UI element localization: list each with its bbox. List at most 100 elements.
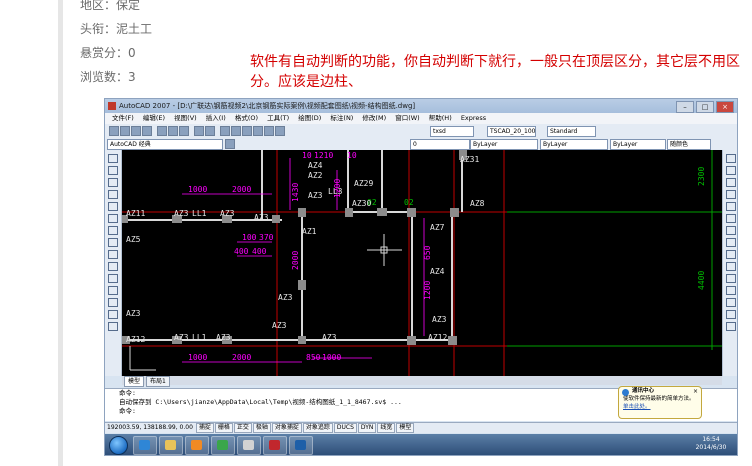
- explorer-taskbar-button[interactable]: [159, 436, 183, 455]
- menu-dimension[interactable]: 标注(N): [330, 114, 353, 122]
- app-taskbar-button-3[interactable]: [263, 436, 287, 455]
- close-button[interactable]: ×: [716, 101, 734, 113]
- label-az3-e: AZ3: [278, 293, 293, 302]
- menu-insert[interactable]: 插入(I): [206, 114, 226, 122]
- stretch-tool-icon[interactable]: [726, 250, 736, 259]
- point-tool-icon[interactable]: [108, 274, 118, 283]
- plot-style-select[interactable]: 随颜色: [667, 139, 711, 150]
- label-ll1-b: LL1: [192, 333, 207, 342]
- menu-edit[interactable]: 编辑(E): [143, 114, 165, 122]
- color-select[interactable]: ByLayer: [470, 139, 538, 150]
- offset-tool-icon[interactable]: [726, 190, 736, 199]
- chamfer-tool-icon[interactable]: [726, 298, 736, 307]
- save-icon[interactable]: [131, 126, 141, 136]
- arc-tool-icon[interactable]: [108, 202, 118, 211]
- array-tool-icon[interactable]: [726, 202, 736, 211]
- extend-tool-icon[interactable]: [726, 274, 736, 283]
- maximize-button[interactable]: □: [696, 101, 714, 113]
- menu-express[interactable]: Express: [461, 114, 486, 122]
- hatch-tool-icon[interactable]: [108, 286, 118, 295]
- properties-icon[interactable]: [242, 126, 252, 136]
- menu-window[interactable]: 窗口(W): [395, 114, 420, 122]
- trim-tool-icon[interactable]: [726, 262, 736, 271]
- polygon-tool-icon[interactable]: [108, 178, 118, 187]
- menu-format[interactable]: 格式(O): [235, 114, 258, 122]
- ellipse-tool-icon[interactable]: [108, 250, 118, 259]
- explode-tool-icon[interactable]: [726, 322, 736, 331]
- start-orb-icon[interactable]: [109, 436, 128, 455]
- system-clock[interactable]: 16:54 2014/6/30: [691, 436, 731, 452]
- app-taskbar-button-1[interactable]: [211, 436, 235, 455]
- status-snap[interactable]: 捕捉: [195, 423, 214, 433]
- status-osnap[interactable]: 对象捕捉: [271, 423, 302, 433]
- paste-icon[interactable]: [179, 126, 189, 136]
- menu-draw[interactable]: 绘图(D): [298, 114, 321, 122]
- rectangle-tool-icon[interactable]: [108, 190, 118, 199]
- label-az3-d: AZ3: [432, 315, 447, 324]
- undo-icon[interactable]: [194, 126, 204, 136]
- zoom-icon[interactable]: [231, 126, 241, 136]
- redo-icon[interactable]: [205, 126, 215, 136]
- dim-2000-bottom: 2000: [232, 353, 251, 362]
- open-icon[interactable]: [120, 126, 130, 136]
- status-ortho[interactable]: 正交: [233, 423, 252, 433]
- menu-view[interactable]: 视图(V): [174, 114, 197, 122]
- cut-icon[interactable]: [157, 126, 167, 136]
- status-polar[interactable]: 极轴: [252, 423, 271, 433]
- design-center-icon[interactable]: [253, 126, 263, 136]
- menu-help[interactable]: 帮助(H): [429, 114, 452, 122]
- status-grid[interactable]: 栅格: [214, 423, 233, 433]
- tab-model[interactable]: 模型: [124, 376, 145, 387]
- cloud-tool-icon[interactable]: [108, 226, 118, 235]
- menu-modify[interactable]: 修改(M): [362, 114, 386, 122]
- tool-palette-icon[interactable]: [264, 126, 274, 136]
- notify-balloon[interactable]: × 通讯中心 使软件保持最新的简单方法。 单击此处。: [618, 386, 702, 419]
- block-tool-icon[interactable]: [108, 262, 118, 271]
- print-icon[interactable]: [142, 126, 152, 136]
- move-tool-icon[interactable]: [726, 214, 736, 223]
- region-tool-icon[interactable]: [108, 298, 118, 307]
- notify-link[interactable]: 单击此处。: [619, 403, 701, 411]
- linetype-select[interactable]: ByLayer: [540, 139, 608, 150]
- break-tool-icon[interactable]: [726, 286, 736, 295]
- app-taskbar-button-2[interactable]: [237, 436, 261, 455]
- menu-tools[interactable]: 工具(T): [267, 114, 289, 122]
- mtext-tool-icon[interactable]: [108, 322, 118, 331]
- page-left-border: [58, 0, 63, 466]
- table-style-select[interactable]: Standard: [547, 126, 596, 137]
- help-icon[interactable]: [275, 126, 285, 136]
- copy-icon[interactable]: [168, 126, 178, 136]
- copy-tool-icon[interactable]: [726, 166, 736, 175]
- lineweight-select[interactable]: ByLayer: [610, 139, 666, 150]
- line-tool-icon[interactable]: [108, 154, 118, 163]
- close-icon[interactable]: ×: [693, 388, 698, 396]
- dim-style-select[interactable]: TSCAD_20_100: [487, 126, 536, 137]
- status-otrack[interactable]: 对象追踪: [302, 423, 333, 433]
- rotate-tool-icon[interactable]: [726, 226, 736, 235]
- workspace-select[interactable]: AutoCAD 经典: [107, 139, 223, 150]
- tab-layout1[interactable]: 布局1: [146, 376, 170, 387]
- status-lwt[interactable]: 线宽: [377, 423, 396, 433]
- media-player-taskbar-button[interactable]: [185, 436, 209, 455]
- table-tool-icon[interactable]: [108, 310, 118, 319]
- app-taskbar-button-4[interactable]: [289, 436, 313, 455]
- pan-icon[interactable]: [220, 126, 230, 136]
- new-icon[interactable]: [109, 126, 119, 136]
- scale-tool-icon[interactable]: [726, 238, 736, 247]
- status-dyn[interactable]: DYN: [357, 423, 377, 433]
- minimize-button[interactable]: –: [676, 101, 694, 113]
- erase-tool-icon[interactable]: [726, 154, 736, 163]
- fillet-tool-icon[interactable]: [726, 310, 736, 319]
- drawing-canvas[interactable]: 1000 2000 100 370 400 400 1000 2000 850 …: [122, 150, 722, 376]
- status-ducs[interactable]: DUCS: [333, 423, 357, 433]
- menu-file[interactable]: 文件(F): [112, 114, 134, 122]
- layer-select[interactable]: 0: [410, 139, 470, 150]
- ie-taskbar-button[interactable]: [133, 436, 157, 455]
- polyline-tool-icon[interactable]: [108, 166, 118, 175]
- spline-tool-icon[interactable]: [108, 238, 118, 247]
- layer-manager-icon[interactable]: [225, 139, 235, 149]
- mirror-tool-icon[interactable]: [726, 178, 736, 187]
- text-style-select[interactable]: txsd: [430, 126, 474, 137]
- status-model[interactable]: 模型: [396, 423, 415, 433]
- circle-tool-icon[interactable]: [108, 214, 118, 223]
